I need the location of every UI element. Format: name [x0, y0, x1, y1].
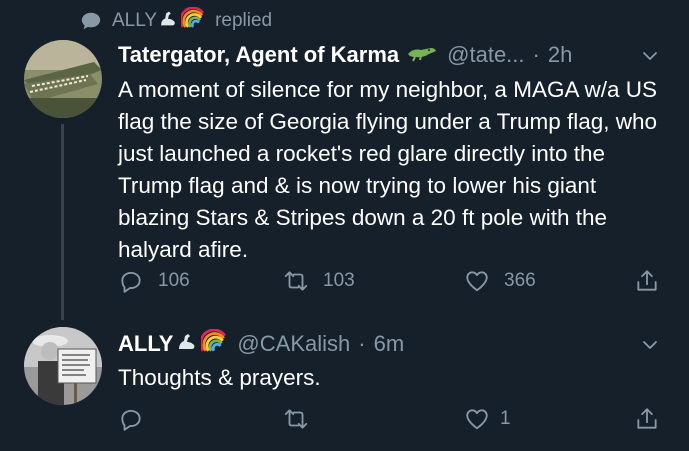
reply-count: 106: [158, 270, 190, 291]
crocodile-emoji: [407, 42, 437, 68]
tweet[interactable]: ALLY @CAKalish · 6m Thoughts & prayers.: [0, 320, 689, 451]
tweet-actions: 106 103 366: [118, 268, 666, 300]
thread-line: [61, 124, 64, 320]
tweet-text: Thoughts & prayers.: [118, 365, 321, 390]
share-icon: [637, 270, 657, 291]
heart-icon: [466, 409, 488, 430]
tweet-actions: 1: [118, 406, 666, 438]
heart-icon: [466, 271, 488, 292]
user-handle[interactable]: @tate...: [447, 42, 524, 68]
retweet-button[interactable]: [283, 406, 309, 432]
retweet-icon: [284, 409, 308, 429]
separator-dot: ·: [358, 331, 366, 356]
rainbow-emoji: [199, 328, 227, 359]
share-button[interactable]: [634, 268, 660, 294]
retweet-count: 103: [323, 270, 355, 291]
like-count: 366: [504, 270, 536, 291]
share-icon: [637, 408, 657, 429]
timestamp[interactable]: 2h: [548, 42, 572, 68]
user-handle[interactable]: @CAKalish: [237, 331, 350, 357]
tweet-header: ALLY @CAKalish · 6m: [118, 328, 405, 359]
tweet-header: Tatergator, Agent of Karma @tate... · 2h: [118, 42, 572, 68]
chevron-down-icon[interactable]: [641, 336, 659, 354]
reply-button[interactable]: 106: [118, 268, 190, 294]
avatar[interactable]: [24, 40, 102, 118]
tweet-text: A moment of silence for my neighbor, a M…: [118, 77, 658, 262]
reply-icon: [121, 409, 141, 431]
retweet-icon: [284, 271, 308, 291]
tweet[interactable]: Tatergator, Agent of Karma @tate... · 2h…: [0, 0, 689, 320]
share-button[interactable]: [634, 406, 660, 432]
protester-with-sign-photo: [24, 327, 102, 405]
flexed-biceps-emoji: [175, 329, 199, 359]
reply-icon: [121, 271, 141, 293]
display-name[interactable]: Tatergator, Agent of Karma: [118, 42, 399, 68]
display-name[interactable]: ALLY: [118, 331, 173, 357]
alligator-photo: [24, 40, 102, 118]
chevron-down-icon[interactable]: [641, 47, 659, 65]
timestamp[interactable]: 6m: [374, 331, 405, 357]
retweet-button[interactable]: 103: [283, 268, 355, 294]
separator-dot: ·: [532, 42, 540, 67]
like-button[interactable]: 366: [464, 268, 536, 294]
like-count: 1: [500, 408, 511, 429]
avatar[interactable]: [24, 327, 102, 405]
like-button[interactable]: 1: [464, 406, 511, 432]
reply-button[interactable]: [118, 406, 144, 432]
